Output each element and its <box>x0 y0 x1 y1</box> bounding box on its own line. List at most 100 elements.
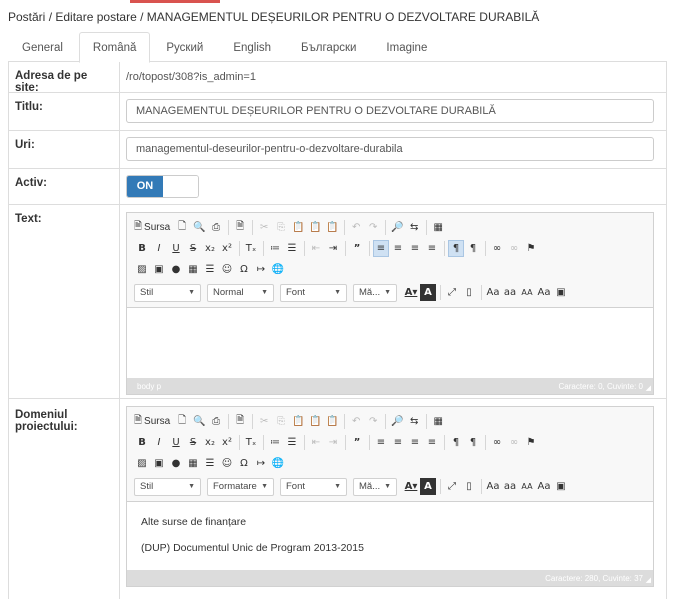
align-left-icon[interactable]: ≡ <box>373 434 389 451</box>
print-icon[interactable]: ⎙ <box>208 413 224 430</box>
table-icon[interactable]: ▦ <box>185 455 201 472</box>
strikethrough-icon[interactable]: S <box>185 434 201 451</box>
lowercase-icon[interactable]: aa <box>502 284 518 301</box>
font-size-icon[interactable]: Aa <box>485 478 501 495</box>
horizontal-line-icon[interactable]: ☰ <box>202 455 218 472</box>
underline-icon[interactable]: U <box>168 240 184 257</box>
maximize-icon[interactable]: ⤢ <box>444 478 460 495</box>
source-button[interactable]: 🗎 Sursa <box>134 413 170 430</box>
clipboard-image-icon[interactable]: ▣ <box>553 478 569 495</box>
show-blocks-icon[interactable]: ▯ <box>461 284 477 301</box>
remove-format-icon[interactable]: Tₓ <box>243 240 259 257</box>
link-icon[interactable]: ∞ <box>489 240 505 257</box>
superscript-icon[interactable]: x² <box>219 240 235 257</box>
justify-icon[interactable]: ≡ <box>424 240 440 257</box>
table-icon[interactable]: ▦ <box>185 261 201 278</box>
bg-color-icon[interactable]: A <box>420 284 436 301</box>
editor-content-area[interactable]: Alte surse de finanțare (DUP) Documentul… <box>127 502 653 570</box>
anchor-icon[interactable]: ⚑ <box>523 434 539 451</box>
remove-format-icon[interactable]: Tₓ <box>243 434 259 451</box>
style-combo[interactable]: Stil ▼ <box>134 477 201 496</box>
bold-icon[interactable]: B <box>134 434 150 451</box>
iframe-icon[interactable]: ● <box>168 261 184 278</box>
align-center-icon[interactable]: ≡ <box>390 434 406 451</box>
align-right-icon[interactable]: ≡ <box>407 434 423 451</box>
uppercase-icon[interactable]: AA <box>519 284 535 301</box>
show-blocks-icon[interactable]: ▯ <box>461 478 477 495</box>
text-color-icon[interactable]: A▾ <box>403 284 419 301</box>
tab-english[interactable]: English <box>219 32 285 62</box>
paste-text-icon[interactable]: 📋 <box>307 413 323 430</box>
capitalize-icon[interactable]: Aa <box>536 284 552 301</box>
size-combo[interactable]: Mă... ▼ <box>353 477 397 496</box>
lowercase-icon[interactable]: aa <box>502 478 518 495</box>
font-combo[interactable]: Font ▼ <box>280 283 347 302</box>
blockquote-icon[interactable]: ” <box>349 434 365 451</box>
tab-russian[interactable]: Руский <box>152 32 217 62</box>
clipboard-image-icon[interactable]: ▣ <box>553 284 569 301</box>
replace-icon[interactable]: ⇆ <box>406 219 422 236</box>
paste-icon[interactable]: 📋 <box>290 219 306 236</box>
uri-input[interactable]: managementul-deseurilor-pentru-o-dezvolt… <box>126 137 654 161</box>
rtl-icon[interactable]: ¶ <box>465 240 481 257</box>
page-break-icon[interactable]: ↦ <box>253 261 269 278</box>
tab-image[interactable]: Imagine <box>372 32 441 62</box>
size-combo[interactable]: Mă... ▼ <box>353 283 397 302</box>
superscript-icon[interactable]: x² <box>219 434 235 451</box>
outdent-icon[interactable]: ⇤ <box>308 434 324 451</box>
print-icon[interactable]: ⎙ <box>208 219 224 236</box>
templates-icon[interactable]: 🗎 <box>232 219 248 236</box>
redo-icon[interactable]: ↷ <box>365 219 381 236</box>
copy-icon[interactable]: ⎘ <box>273 219 289 236</box>
paste-text-icon[interactable]: 📋 <box>307 219 323 236</box>
breadcrumb-edit-link[interactable]: Editare postare <box>55 10 136 24</box>
style-combo[interactable]: Stil ▼ <box>134 283 201 302</box>
preview-icon[interactable]: 🔍 <box>191 219 207 236</box>
replace-icon[interactable]: ⇆ <box>406 413 422 430</box>
indent-icon[interactable]: ⇥ <box>325 434 341 451</box>
strikethrough-icon[interactable]: S <box>185 240 201 257</box>
italic-icon[interactable]: I <box>151 434 167 451</box>
templates-icon[interactable]: 🗎 <box>232 413 248 430</box>
subscript-icon[interactable]: x₂ <box>202 240 218 257</box>
indent-icon[interactable]: ⇥ <box>325 240 341 257</box>
copy-icon[interactable]: ⎘ <box>273 413 289 430</box>
format-combo[interactable]: Normal ▼ <box>207 283 274 302</box>
smiley-icon[interactable]: ☺ <box>219 455 235 472</box>
justify-icon[interactable]: ≡ <box>424 434 440 451</box>
new-page-icon[interactable]: 🗋 <box>174 219 190 236</box>
ltr-icon[interactable]: ¶ <box>448 240 464 257</box>
resize-grip-icon[interactable]: ◢ <box>646 384 651 392</box>
bulleted-list-icon[interactable]: ☰ <box>284 434 300 451</box>
special-char-icon[interactable]: Ω <box>236 455 252 472</box>
find-icon[interactable]: 🔎 <box>389 219 405 236</box>
paste-word-icon[interactable]: 📋 <box>324 413 340 430</box>
uppercase-icon[interactable]: AA <box>519 478 535 495</box>
bold-icon[interactable]: B <box>134 240 150 257</box>
select-all-icon[interactable]: ▦ <box>430 219 446 236</box>
tab-bulgarian[interactable]: Български <box>287 32 370 62</box>
source-button[interactable]: 🗎 Sursa <box>134 219 170 236</box>
link-icon[interactable]: ∞ <box>489 434 505 451</box>
select-all-icon[interactable]: ▦ <box>430 413 446 430</box>
subscript-icon[interactable]: x₂ <box>202 434 218 451</box>
breadcrumb-posts-link[interactable]: Postări <box>8 10 45 24</box>
image-icon[interactable]: ▨ <box>134 455 150 472</box>
italic-icon[interactable]: I <box>151 240 167 257</box>
tab-romana[interactable]: Română <box>78 32 151 63</box>
image-icon[interactable]: ▨ <box>134 261 150 278</box>
anchor-icon[interactable]: ⚑ <box>523 240 539 257</box>
underline-icon[interactable]: U <box>168 434 184 451</box>
font-combo[interactable]: Font ▼ <box>280 477 347 496</box>
editor-content-area[interactable] <box>127 308 653 378</box>
undo-icon[interactable]: ↶ <box>348 413 364 430</box>
preview-icon[interactable]: 🔍 <box>191 413 207 430</box>
tab-general[interactable]: General <box>8 32 77 62</box>
cut-icon[interactable]: ✂ <box>256 413 272 430</box>
align-right-icon[interactable]: ≡ <box>407 240 423 257</box>
smiley-icon[interactable]: ☺ <box>219 261 235 278</box>
text-color-icon[interactable]: A▾ <box>403 478 419 495</box>
align-center-icon[interactable]: ≡ <box>390 240 406 257</box>
undo-icon[interactable]: ↶ <box>348 219 364 236</box>
bulleted-list-icon[interactable]: ☰ <box>284 240 300 257</box>
